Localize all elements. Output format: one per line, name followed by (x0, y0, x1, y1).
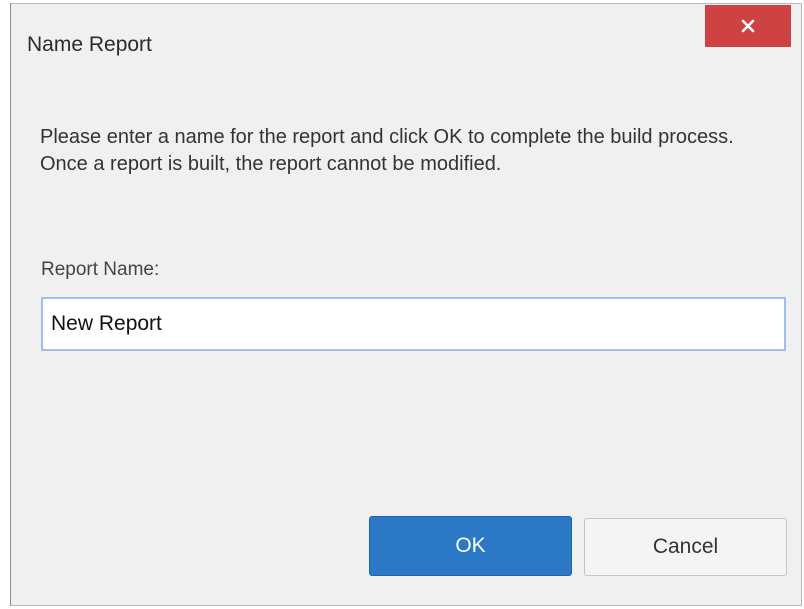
dialog-message: Please enter a name for the report and c… (40, 126, 734, 175)
close-button[interactable] (705, 5, 791, 47)
ok-button[interactable]: OK (369, 516, 572, 576)
cancel-button[interactable]: Cancel (584, 518, 787, 576)
dialog-title: Name Report (27, 33, 152, 56)
report-name-label: Report Name: (41, 259, 160, 280)
name-report-dialog: Name Report Please enter a name for the … (10, 3, 802, 606)
close-icon (741, 19, 755, 33)
report-name-input[interactable] (41, 297, 786, 351)
